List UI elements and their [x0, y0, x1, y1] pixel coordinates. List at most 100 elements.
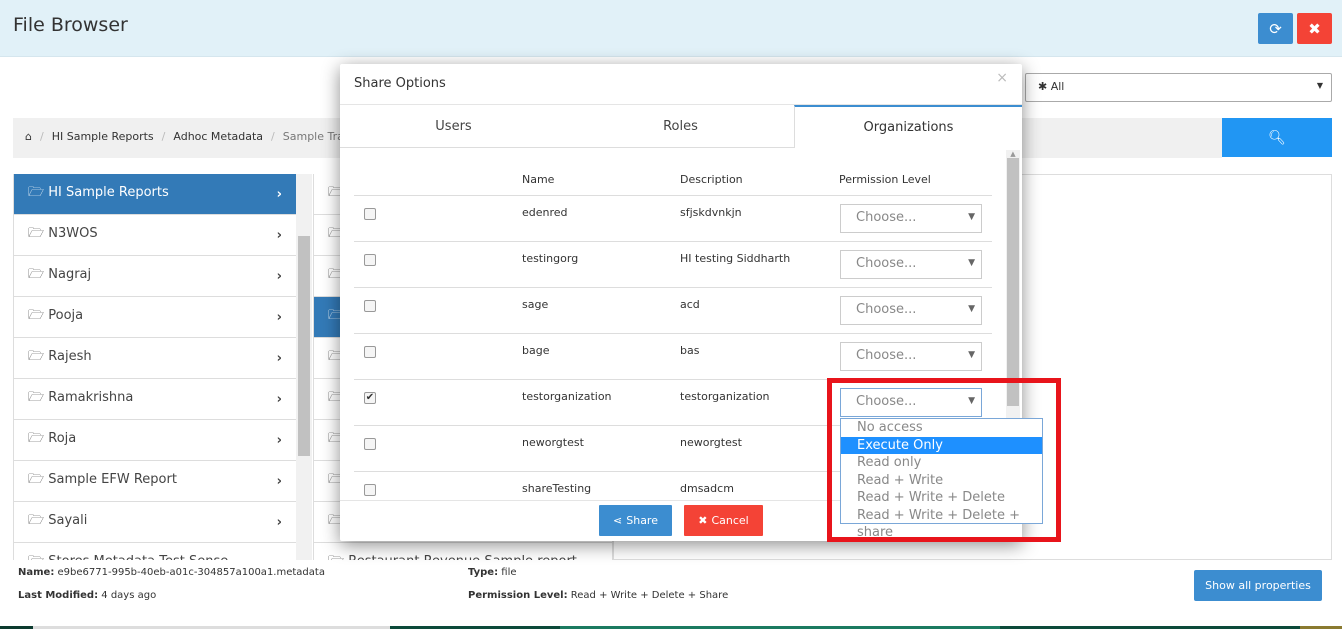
caret-down-icon: ▼ — [1316, 81, 1323, 90]
folder-icon: 🗁 — [28, 349, 45, 364]
refresh-button[interactable]: ⟳ — [1258, 13, 1293, 44]
cancel-label: Cancel — [711, 514, 749, 527]
chevron-right-icon: › — [276, 473, 282, 489]
modal-title: Share Options — [354, 76, 446, 91]
modal-close-button[interactable]: × — [996, 70, 1008, 86]
row-checkbox[interactable] — [364, 254, 376, 266]
chevron-right-icon: › — [277, 556, 282, 561]
folder-label: Restaurant Revenue Sample report — [348, 554, 577, 560]
share-button[interactable]: ⋖ Share — [599, 505, 672, 536]
type-label: Type: — [468, 567, 499, 578]
folder-label: Stores Metadata Test Sense — [48, 554, 228, 560]
chevron-right-icon: › — [276, 391, 282, 407]
folder-item[interactable]: 🗁 Restaurant Revenue Sample report — [314, 543, 612, 560]
breadcrumb-item[interactable]: Adhoc Metadata — [173, 130, 263, 146]
permission-select[interactable]: Choose... ▼ — [840, 204, 982, 233]
col-name: Name — [522, 173, 555, 186]
type-value: file — [501, 567, 517, 578]
row-checkbox[interactable] — [364, 208, 376, 220]
caret-down-icon: ▼ — [968, 212, 975, 222]
chevron-right-icon: › — [276, 227, 282, 243]
permission-select[interactable]: Choose... ▼ — [840, 250, 982, 279]
chevron-right-icon: › — [276, 186, 282, 202]
folder-label: N3WOS — [48, 226, 98, 241]
folder-icon: 🗁 — [28, 226, 45, 241]
folder-item[interactable]: 🗁 Sample EFW Report › — [14, 461, 296, 502]
permission-select[interactable]: Choose... ▼ — [840, 296, 982, 325]
folder-icon: 🗁 — [28, 308, 45, 323]
folder-icon: 🗁 — [28, 513, 45, 528]
folder-icon: 🗁 — [28, 554, 44, 560]
table-row: testingorg HI testing Siddharth Choose..… — [354, 242, 992, 288]
folder-label: Rajesh — [48, 349, 92, 364]
folder-item[interactable]: 🗁 Roja › — [14, 420, 296, 461]
col-description: Description — [680, 173, 743, 186]
highlight-annotation — [827, 378, 1061, 542]
org-name: sage — [522, 298, 549, 311]
cancel-button[interactable]: ✖ Cancel — [684, 505, 763, 536]
folder-item[interactable]: 🗁 Nagraj › — [14, 256, 296, 297]
search-button[interactable]: 🔍︎ — [1222, 118, 1332, 157]
home-icon[interactable]: ⌂ — [25, 130, 32, 146]
row-checkbox[interactable]: ✔ — [364, 392, 376, 404]
caret-down-icon: ▼ — [968, 350, 975, 360]
folder-label: Nagraj — [48, 267, 92, 282]
scrollbar[interactable] — [296, 174, 312, 560]
table-header: Name Description Permission Level — [354, 164, 992, 196]
filter-select[interactable]: ✱ All ▼ — [1025, 73, 1332, 102]
chevron-right-icon: › — [276, 309, 282, 325]
row-checkbox[interactable] — [364, 300, 376, 312]
folder-label: Pooja — [48, 308, 84, 323]
org-name: testingorg — [522, 252, 579, 265]
org-description: sfjskdvnkjn — [680, 206, 742, 219]
org-name: testorganization — [522, 390, 612, 403]
folder-item[interactable]: 🗁 Pooja › — [14, 297, 296, 338]
modified-value: 4 days ago — [101, 590, 157, 601]
row-checkbox[interactable] — [364, 484, 376, 496]
permission-value: Choose... — [856, 302, 917, 317]
folder-label: Sayali — [48, 513, 88, 528]
breadcrumb-item[interactable]: HI Sample Reports — [52, 130, 154, 146]
row-checkbox[interactable] — [364, 438, 376, 450]
folder-label: Ramakrishna — [48, 390, 134, 405]
modified-label: Last Modified: — [18, 590, 99, 601]
table-row: sage acd Choose... ▼ — [354, 288, 992, 334]
org-description: testorganization — [680, 390, 770, 403]
page-title: File Browser — [13, 14, 128, 36]
folder-label: HI Sample Reports — [48, 185, 169, 200]
header: File Browser ⟳ ✖ — [0, 0, 1342, 57]
org-name: edenred — [522, 206, 568, 219]
org-description: acd — [680, 298, 700, 311]
folder-item[interactable]: 🗁 Ramakrishna › — [14, 379, 296, 420]
permission-label: Permission Level: — [468, 590, 568, 601]
chevron-right-icon: › — [276, 268, 282, 284]
folder-item[interactable]: 🗁 HI Sample Reports › — [14, 174, 296, 215]
org-name: bage — [522, 344, 550, 357]
folder-item[interactable]: 🗁 Sayali › — [14, 502, 296, 543]
org-description: HI testing Siddharth — [680, 252, 791, 265]
folder-label: Sample EFW Report — [48, 472, 177, 487]
folder-item[interactable]: 🗁 Stores Metadata Test Sense › — [14, 543, 296, 560]
permission-select[interactable]: Choose... ▼ — [840, 342, 982, 371]
folder-icon: 🗁 — [28, 472, 45, 487]
name-value: e9be6771-995b-40eb-a01c-304857a100a1.met… — [57, 567, 325, 578]
close-icon: ✖ — [698, 514, 708, 527]
folder-item[interactable]: 🗁 N3WOS › — [14, 215, 296, 256]
caret-down-icon: ▼ — [968, 304, 975, 314]
org-description: dmsadcm — [680, 482, 734, 495]
folder-icon: 🗁 — [28, 185, 45, 200]
tab-roles[interactable]: Roles — [567, 105, 794, 147]
close-icon: ✖ — [1308, 19, 1321, 38]
show-all-properties-button[interactable]: Show all properties — [1194, 570, 1322, 601]
permission-value: Read + Write + Delete + Share — [570, 590, 729, 601]
tab-bar: Users Roles Organizations — [340, 104, 1022, 148]
chevron-right-icon: › — [276, 514, 282, 530]
tab-users[interactable]: Users — [340, 105, 567, 147]
close-button[interactable]: ✖ — [1297, 13, 1332, 44]
tab-organizations[interactable]: Organizations — [794, 105, 1022, 148]
permission-value: Choose... — [856, 210, 917, 225]
row-checkbox[interactable] — [364, 346, 376, 358]
folder-item[interactable]: 🗁 Rajesh › — [14, 338, 296, 379]
folder-list: 🗁 HI Sample Reports › 🗁 N3WOS › 🗁 Nagraj › 🗁 P… — [13, 174, 296, 560]
table-row: edenred sfjskdvnkjn Choose... ▼ — [354, 196, 992, 242]
